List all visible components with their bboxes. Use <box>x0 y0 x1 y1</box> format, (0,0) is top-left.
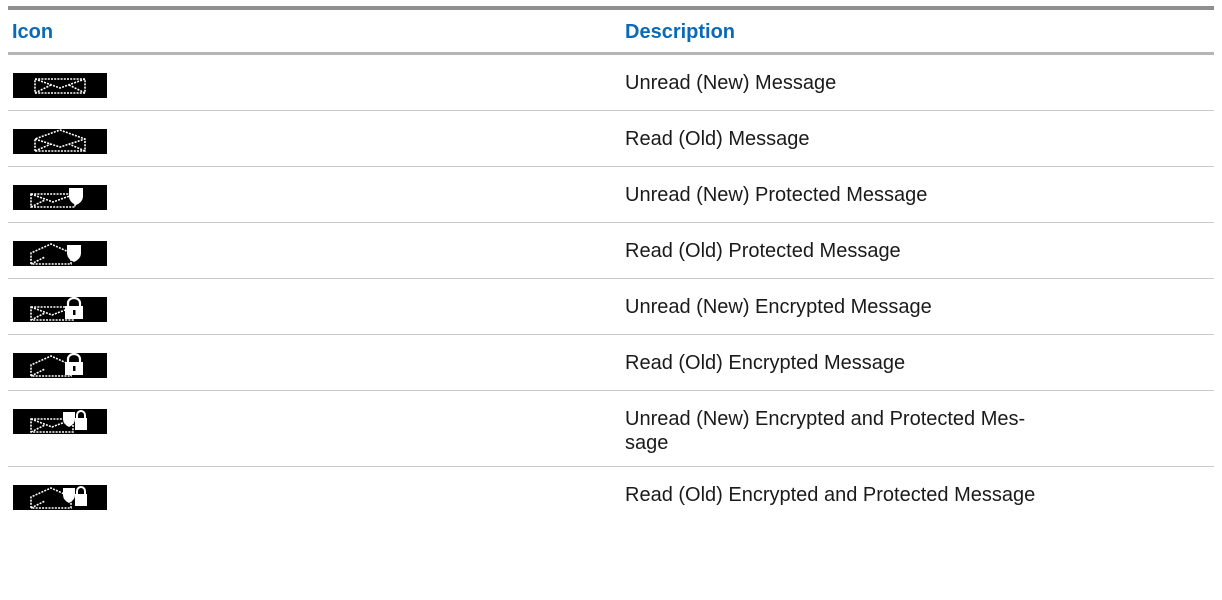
table-header-row: Icon Description <box>8 10 1214 52</box>
unread-encrypted-message-icon <box>13 297 107 322</box>
row-description: Unread (New) Message <box>625 72 837 94</box>
header-icon: Icon <box>12 21 54 43</box>
read-message-icon <box>13 129 107 154</box>
unread-protected-message-icon <box>13 185 107 210</box>
row-description: Read (Old) Encrypted and Protected Messa… <box>625 484 1036 506</box>
header-description: Description <box>625 21 736 43</box>
read-protected-message-icon <box>13 241 107 266</box>
unread-encrypted-protected-message-icon <box>13 409 107 434</box>
table-row: Read (Old) Encrypted and Protected Messa… <box>8 467 1214 522</box>
row-description: Read (Old) Message <box>625 128 810 150</box>
row-description: Unread (New) Encrypted Message <box>625 296 932 318</box>
table-row: Read (Old) Encrypted Message <box>8 335 1214 391</box>
table-row: Read (Old) Message <box>8 111 1214 167</box>
icon-table: Icon Description Unread (New) Message Re… <box>8 6 1214 522</box>
row-description: Unread (New) Protected Message <box>625 184 928 206</box>
read-encrypted-protected-message-icon <box>13 485 107 510</box>
table-row: Unread (New) Encrypted and Protected Mes… <box>8 391 1214 467</box>
table-row: Unread (New) Message <box>8 55 1214 111</box>
row-description: Read (Old) Protected Message <box>625 240 901 262</box>
row-description: Unread (New) Encrypted and Protected Mes… <box>625 408 1026 454</box>
table-row: Unread (New) Encrypted Message <box>8 279 1214 335</box>
table-row: Unread (New) Protected Message <box>8 167 1214 223</box>
row-description: Read (Old) Encrypted Message <box>625 352 906 374</box>
table-row: Read (Old) Protected Message <box>8 223 1214 279</box>
read-encrypted-message-icon <box>13 353 107 378</box>
unread-message-icon <box>13 73 107 98</box>
